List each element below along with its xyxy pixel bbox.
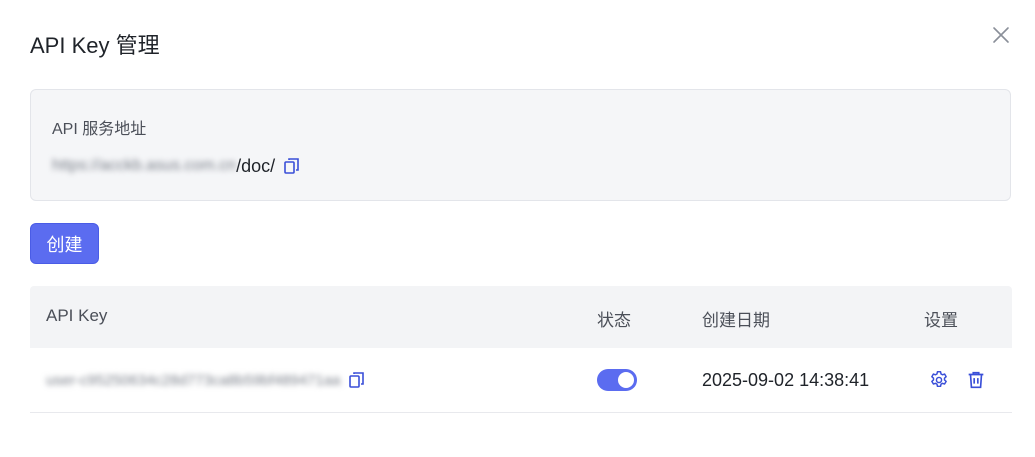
created-date-cell: 2025-09-02 14:38:41 xyxy=(702,348,869,412)
toggle-knob xyxy=(618,372,634,388)
column-header-settings: 设置 xyxy=(924,311,958,330)
status-cell xyxy=(597,348,637,412)
copy-icon[interactable] xyxy=(348,371,366,389)
service-url-masked: https://acckb.asus.com.cn xyxy=(52,157,237,174)
settings-cell xyxy=(928,348,987,412)
column-header-created: 创建日期 xyxy=(702,311,770,330)
dialog-title: API Key 管理 xyxy=(30,33,160,58)
service-address-panel: API 服务地址 https://acckb.asus.com.cn /doc/ xyxy=(30,89,1011,201)
trash-icon[interactable] xyxy=(965,369,987,391)
create-button[interactable]: 创建 xyxy=(30,223,99,264)
api-key-dialog: API Key 管理 API 服务地址 https://acckb.asus.c… xyxy=(0,0,1035,457)
api-key-cell: user-c95250634c28d773ca8b59bf489471aa xyxy=(46,348,366,412)
api-key-table: API Key 状态 创建日期 设置 user-c95250634c28d773… xyxy=(30,286,1012,413)
column-header-status: 状态 xyxy=(597,311,631,330)
service-url-path: /doc/ xyxy=(236,155,276,176)
column-header-api-key: API Key xyxy=(46,306,108,325)
table-header: API Key 状态 创建日期 设置 xyxy=(30,286,1012,348)
api-key-masked: user-c95250634c28d773ca8b59bf489471aa xyxy=(46,371,341,389)
status-toggle[interactable] xyxy=(597,369,637,391)
gear-icon[interactable] xyxy=(928,369,950,391)
created-date: 2025-09-02 14:38:41 xyxy=(702,369,870,390)
service-address-line: https://acckb.asus.com.cn /doc/ xyxy=(52,153,301,179)
table-row: user-c95250634c28d773ca8b59bf489471aa 20… xyxy=(30,348,1012,413)
copy-icon[interactable] xyxy=(283,157,301,175)
close-icon[interactable] xyxy=(990,24,1012,46)
service-address-label: API 服务地址 xyxy=(52,121,147,138)
